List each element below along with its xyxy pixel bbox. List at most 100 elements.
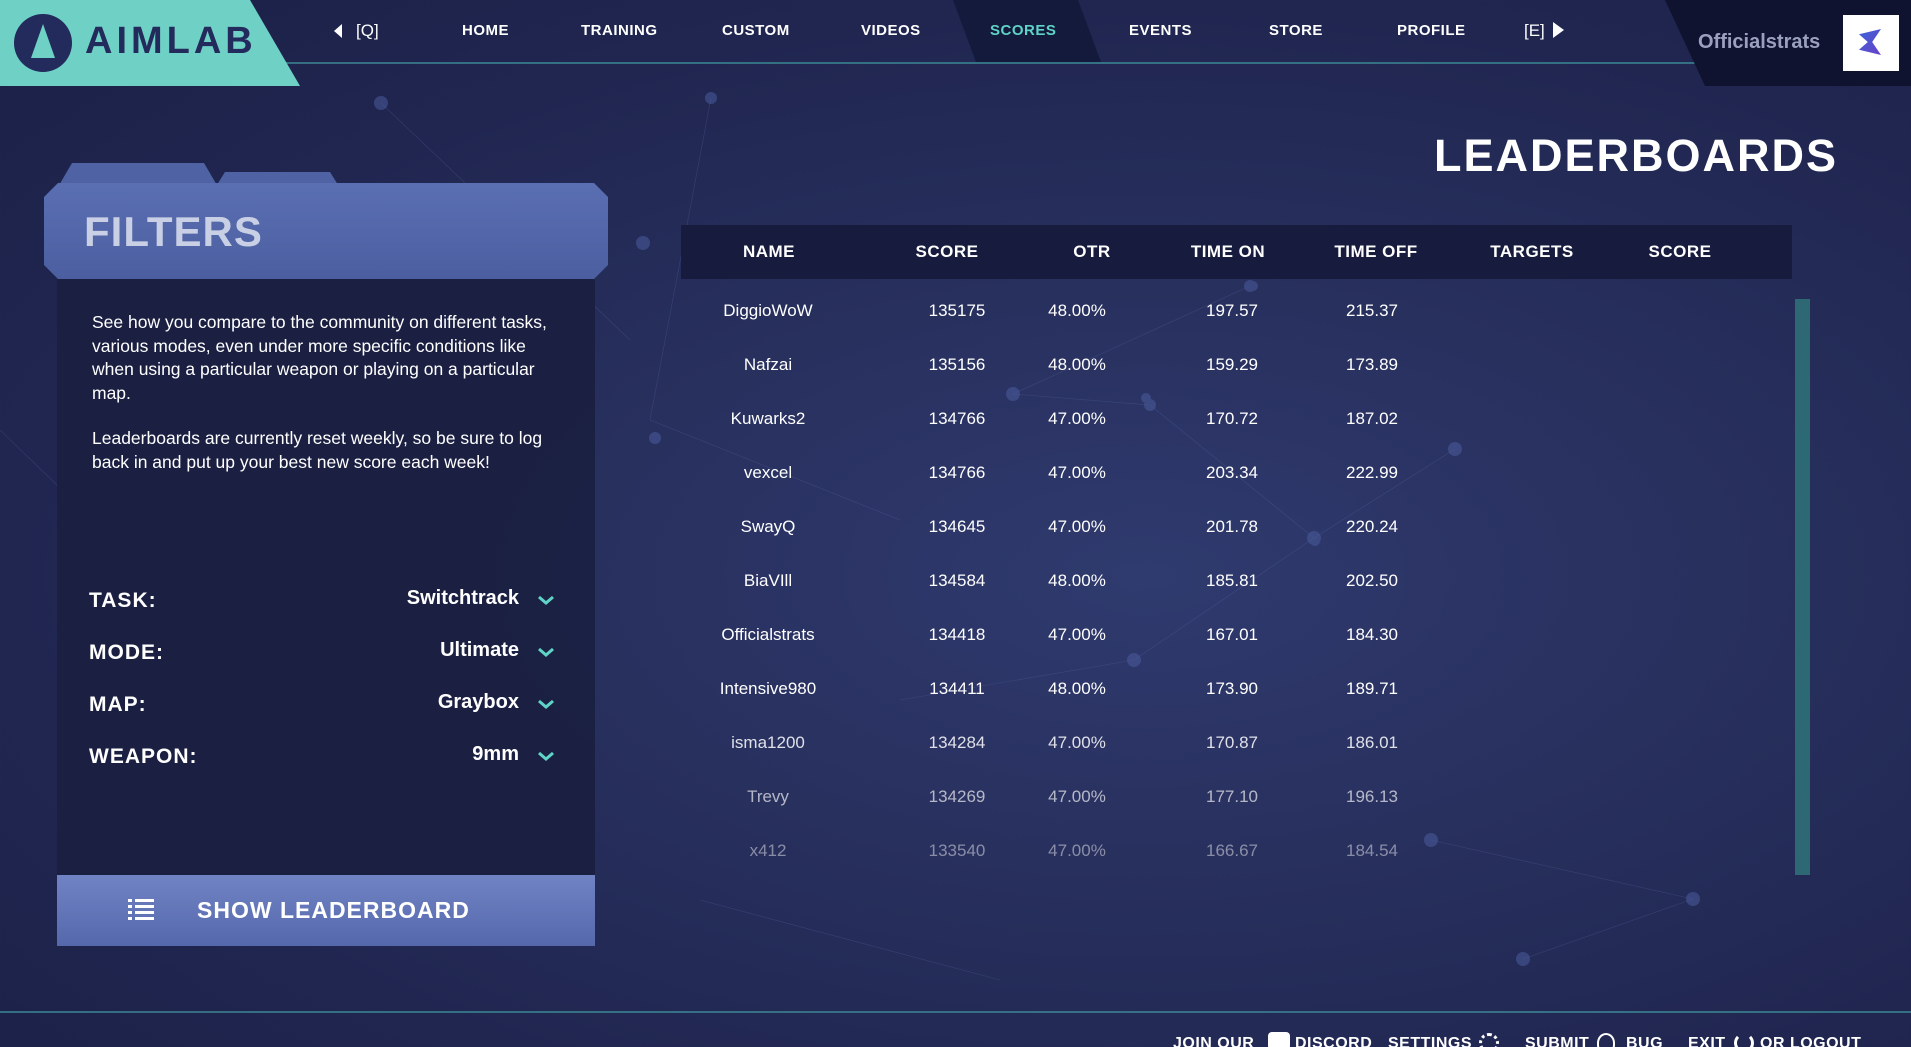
nav-next-arrow-icon[interactable]	[1553, 22, 1564, 38]
list-icon	[128, 899, 154, 920]
weapon-select[interactable]: 9mm	[472, 743, 519, 766]
cell-time-on: 173.90	[1206, 679, 1258, 698]
mode-select[interactable]: Ultimate	[440, 639, 519, 662]
cell-score: 133540	[928, 841, 986, 860]
cell-score: 134766	[928, 463, 986, 482]
header-score-2[interactable]: SCORE	[1649, 242, 1712, 262]
show-leaderboard-label[interactable]: SHOW LEADERBOARD	[197, 897, 470, 924]
cell-time-on: 167.01	[1206, 625, 1258, 644]
nav-events[interactable]: EVENTS	[1129, 22, 1192, 39]
cell-time-off: 187.02	[1346, 409, 1398, 428]
map-chevron-down-icon[interactable]	[537, 698, 555, 710]
cell-name: Trevy	[747, 787, 789, 806]
power-icon[interactable]	[1734, 1033, 1754, 1047]
cell-name: vexcel	[743, 463, 793, 482]
cell-score: 134645	[928, 517, 986, 536]
nav-store[interactable]: STORE	[1269, 22, 1323, 39]
header-score[interactable]: SCORE	[916, 242, 979, 262]
cell-time-off: 220.24	[1346, 517, 1398, 536]
header-name[interactable]: NAME	[743, 242, 795, 262]
header-time-off[interactable]: TIME OFF	[1334, 242, 1417, 262]
cell-score: 134411	[929, 679, 985, 698]
cell-otr: 47.00%	[1048, 841, 1106, 860]
cell-otr: 47.00%	[1048, 625, 1106, 644]
filters-description-1: See how you compare to the community on …	[92, 312, 547, 403]
bottom-divider	[0, 1011, 1911, 1013]
logo-text: AIMLAB	[85, 20, 257, 62]
top-navigation-bar	[0, 0, 1911, 62]
filters-description-2: Leaderboards are currently reset weekly,…	[92, 428, 543, 472]
nav-training[interactable]: TRAINING	[581, 22, 658, 39]
cell-name: Intensive980	[719, 679, 817, 698]
nav-prev-key[interactable]: [Q]	[356, 21, 379, 41]
nav-next-key[interactable]: [E]	[1524, 21, 1545, 41]
discord-icon[interactable]	[1268, 1032, 1290, 1047]
cell-score: 134418	[928, 625, 986, 644]
task-label: TASK:	[89, 589, 157, 612]
weapon-label: WEAPON:	[89, 745, 198, 768]
task-chevron-down-icon[interactable]	[537, 594, 555, 606]
submit-link[interactable]: SUBMIT	[1525, 1035, 1589, 1047]
cell-name: Nafzai	[743, 355, 793, 374]
weapon-chevron-down-icon[interactable]	[537, 750, 555, 762]
cell-time-off: 184.54	[1346, 841, 1398, 860]
header-time-on[interactable]: TIME ON	[1191, 242, 1265, 262]
cell-otr: 48.00%	[1048, 679, 1106, 698]
exit-link[interactable]: EXIT	[1688, 1035, 1726, 1047]
cell-score: 134584	[928, 571, 986, 590]
cell-otr: 47.00%	[1048, 463, 1106, 482]
cell-score: 134766	[928, 409, 986, 428]
discord-link[interactable]: DISCORD	[1295, 1035, 1372, 1047]
settings-link[interactable]: SETTINGS	[1388, 1035, 1472, 1047]
cell-time-off: 196.13	[1346, 787, 1398, 806]
cell-otr: 48.00%	[1048, 355, 1106, 374]
cell-name: isma1200	[731, 733, 805, 752]
cell-time-on: 159.29	[1206, 355, 1258, 374]
cell-time-off: 186.01	[1346, 733, 1398, 752]
leaderboard-scrollbar[interactable]	[1795, 299, 1810, 875]
cell-otr: 47.00%	[1048, 787, 1106, 806]
cell-time-on: 166.67	[1206, 841, 1258, 860]
cell-score: 135175	[928, 301, 986, 320]
nav-videos[interactable]: VIDEOS	[861, 22, 921, 39]
nav-home[interactable]: HOME	[462, 22, 509, 39]
cell-name: x412	[749, 841, 787, 860]
header-otr[interactable]: OTR	[1073, 242, 1110, 262]
cell-otr: 47.00%	[1048, 733, 1106, 752]
mode-chevron-down-icon[interactable]	[537, 646, 555, 658]
nav-prev-arrow-icon[interactable]	[334, 24, 342, 38]
bug-icon[interactable]	[1597, 1033, 1615, 1047]
cell-time-off: 222.99	[1346, 463, 1398, 482]
cell-name: BiaVIll	[743, 571, 793, 590]
cell-time-off: 202.50	[1346, 571, 1398, 590]
join-our-label[interactable]: JOIN OUR	[1173, 1035, 1254, 1047]
leaderboards-title: LEADERBOARDS	[1433, 130, 1838, 181]
cell-time-on: 203.34	[1206, 463, 1258, 482]
gear-icon[interactable]	[1479, 1033, 1499, 1047]
bug-link[interactable]: BUG	[1626, 1035, 1663, 1047]
aimlab-logo[interactable]: AIMLAB	[0, 0, 300, 86]
map-select[interactable]: Graybox	[438, 691, 519, 714]
cell-otr: 47.00%	[1048, 409, 1106, 428]
cell-name: Officialstrats	[721, 625, 815, 644]
map-label: MAP:	[89, 693, 147, 716]
cell-name: SwayQ	[740, 517, 796, 536]
nav-profile[interactable]: PROFILE	[1397, 22, 1466, 39]
nav-custom[interactable]: CUSTOM	[722, 22, 790, 39]
filters-title: FILTERS	[84, 208, 263, 255]
aimlab-logo-icon	[14, 14, 72, 72]
cell-time-on: 185.81	[1206, 571, 1258, 590]
logout-link[interactable]: OR LOGOUT	[1760, 1035, 1861, 1047]
task-select[interactable]: Switchtrack	[407, 587, 519, 610]
avatar[interactable]	[1843, 15, 1899, 71]
cell-score: 134284	[928, 733, 986, 752]
cell-score: 135156	[928, 355, 986, 374]
username[interactable]: Officialstrats	[1698, 31, 1820, 54]
cell-time-on: 170.72	[1206, 409, 1258, 428]
nav-scores[interactable]: SCORES	[990, 22, 1056, 39]
header-targets[interactable]: TARGETS	[1490, 242, 1573, 262]
cell-time-on: 177.10	[1206, 787, 1258, 806]
cell-time-on: 170.87	[1206, 733, 1258, 752]
cell-otr: 47.00%	[1048, 517, 1106, 536]
mode-label: MODE:	[89, 641, 164, 664]
